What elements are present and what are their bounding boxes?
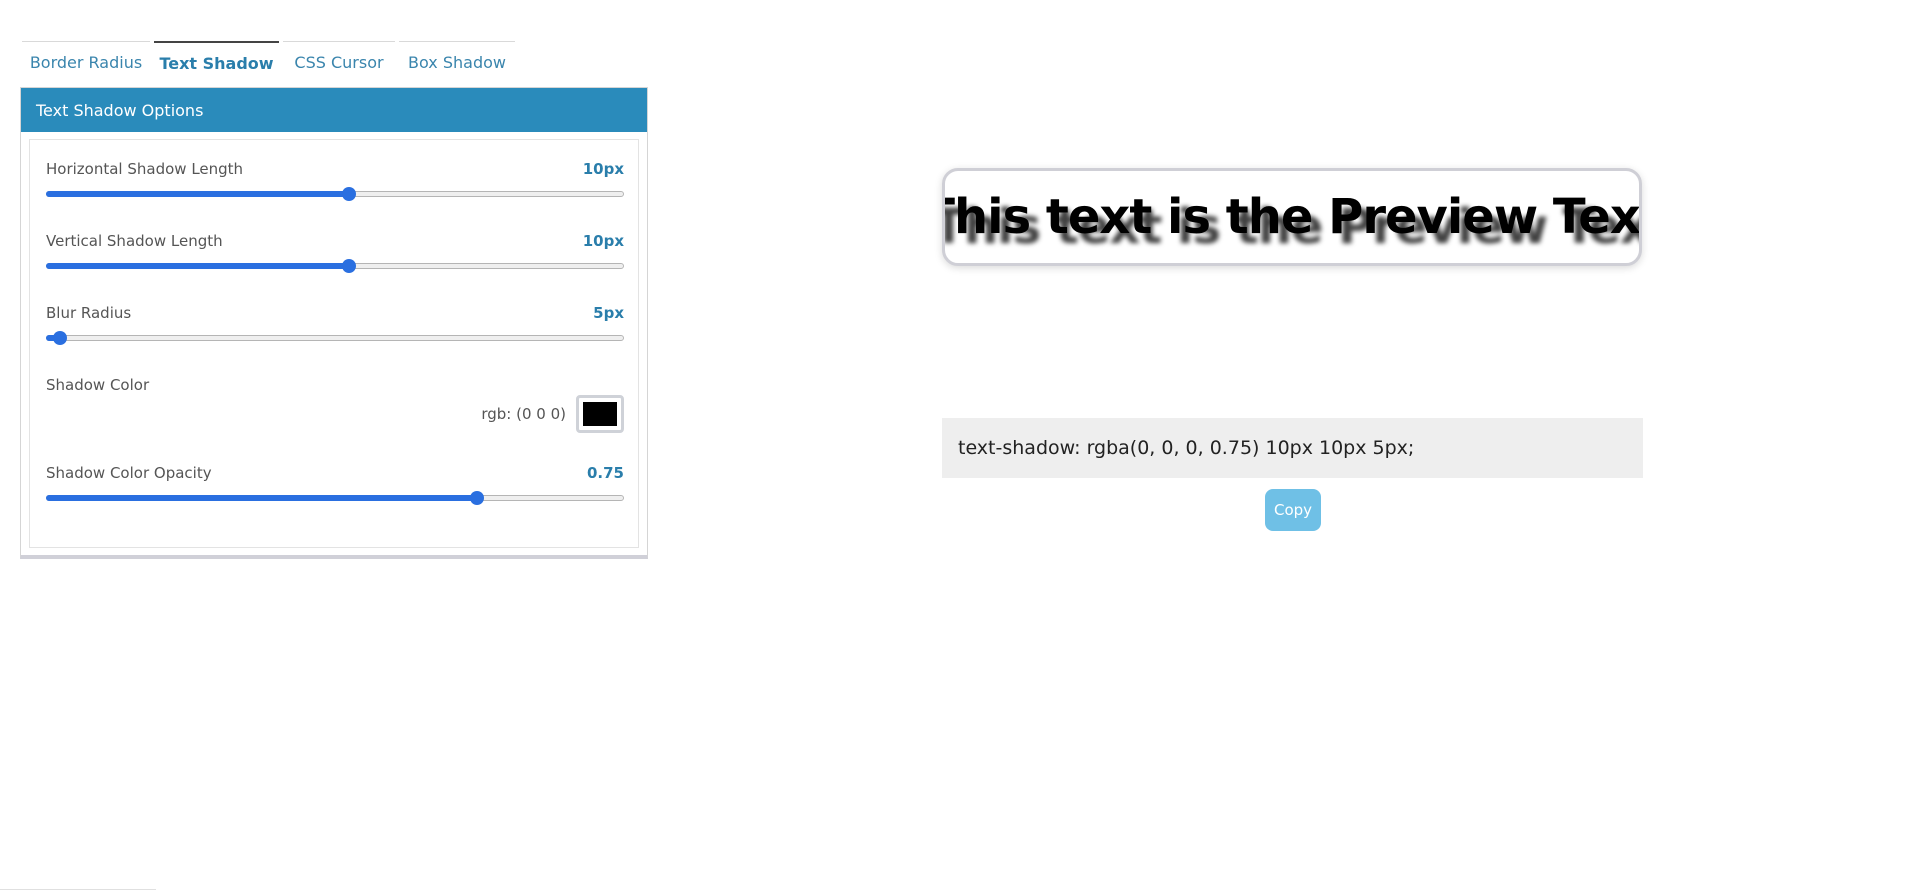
vertical-shadow-slider[interactable]	[46, 256, 624, 276]
blur-radius-slider[interactable]	[46, 328, 624, 348]
slider-fill	[46, 495, 477, 501]
slider-thumb[interactable]	[469, 491, 484, 505]
shadow-opacity-label: Shadow Color Opacity	[46, 464, 212, 482]
horizontal-shadow-value: 10px	[582, 160, 624, 178]
text-shadow-generator-page: Border Radius Text Shadow CSS Cursor Box…	[0, 0, 1915, 890]
shadow-color-label: Shadow Color	[46, 376, 150, 394]
slider-thumb[interactable]	[342, 187, 357, 201]
shadow-opacity-slider[interactable]	[46, 488, 624, 508]
panel-title: Text Shadow Options	[21, 88, 647, 132]
slider-fill	[46, 263, 350, 269]
tab-border-radius[interactable]: Border Radius	[22, 41, 150, 83]
tab-css-cursor[interactable]: CSS Cursor	[283, 41, 395, 83]
options-body: Horizontal Shadow Length 10px Vertical S…	[29, 139, 639, 548]
shadow-color-picker[interactable]	[576, 395, 624, 433]
shadow-color-row: rgb: (0 0 0)	[481, 395, 624, 433]
slider-thumb[interactable]	[53, 331, 68, 345]
vertical-shadow-value: 10px	[582, 232, 624, 250]
tab-box-shadow[interactable]: Box Shadow	[399, 41, 515, 83]
blur-radius-label: Blur Radius	[46, 304, 132, 322]
horizontal-shadow-label: Horizontal Shadow Length	[46, 160, 244, 178]
preview-box: This text is the Preview Text	[942, 168, 1642, 266]
shadow-color-rgb-text: rgb: (0 0 0)	[481, 405, 566, 423]
slider-thumb[interactable]	[342, 259, 357, 273]
shadow-opacity-value: 0.75	[586, 464, 624, 482]
tab-text-shadow[interactable]: Text Shadow	[154, 41, 279, 83]
generated-css-code[interactable]: text-shadow: rgba(0, 0, 0, 0.75) 10px 10…	[942, 418, 1643, 478]
vertical-shadow-label: Vertical Shadow Length	[46, 232, 223, 250]
slider-track	[46, 335, 624, 341]
horizontal-shadow-slider[interactable]	[46, 184, 624, 204]
text-shadow-options-panel: Text Shadow Options Horizontal Shadow Le…	[20, 87, 648, 559]
copy-button[interactable]: Copy	[1265, 489, 1321, 531]
slider-fill	[46, 191, 350, 197]
blur-radius-value: 5px	[593, 304, 624, 322]
tool-tabs: Border Radius Text Shadow CSS Cursor Box…	[22, 41, 519, 83]
preview-text: This text is the Preview Text	[942, 189, 1642, 245]
color-swatch	[583, 402, 617, 426]
